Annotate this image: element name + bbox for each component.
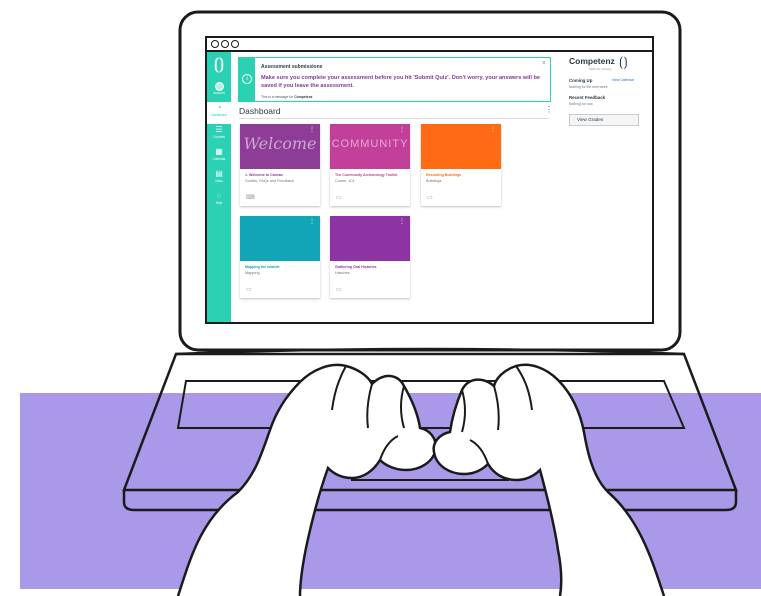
card-image[interactable]: ⋮ (421, 124, 501, 169)
window-dot-icon[interactable] (231, 40, 239, 48)
card-image[interactable]: Welcome ⋮ (240, 124, 320, 169)
course-card[interactable]: Welcome ⋮ 1. Welcome to Canvas Guides, F… (240, 124, 320, 206)
card-subtitle: Mapping (245, 271, 260, 275)
nav-item-account[interactable]: Account (207, 80, 231, 102)
coming-up-heading: Coming Up (569, 78, 593, 83)
divider (239, 118, 549, 119)
competenz-logo-icon[interactable]: ⟮⟯ (210, 56, 228, 74)
courses-icon: ☰ (215, 125, 223, 134)
brand-logo-icon: ⟮⟯ (619, 54, 628, 69)
nav-item-label: Courses (213, 135, 225, 139)
announcements-icon[interactable]: ▭ (336, 286, 342, 293)
course-card[interactable]: ⋮ Gathering Oral Histories Histories ▭ (330, 216, 410, 298)
nav-item-inbox[interactable]: ▤ Inbox (207, 168, 231, 190)
recent-feedback-text: Nothing for now (569, 102, 593, 106)
dashboard-icon: ◔ (216, 103, 222, 112)
card-image[interactable]: ⋮ (240, 216, 320, 261)
nav-item-label: Calendar (212, 157, 226, 161)
window-dot-icon[interactable] (211, 40, 219, 48)
card-title[interactable]: Mapping the Islands (245, 265, 317, 269)
card-hero-text: Welcome (243, 134, 317, 153)
announcements-icon[interactable]: ▭ (246, 286, 252, 293)
calendar-icon: ▦ (215, 147, 223, 156)
info-icon: i (242, 74, 252, 84)
inbox-icon: ▤ (215, 169, 223, 178)
course-card[interactable]: ⋮ Recording Buildings Buildings ▭ (421, 124, 501, 206)
view-grades-button[interactable]: View Grades (569, 114, 639, 126)
nav-item-label: Inbox (215, 179, 223, 183)
alert-message: Make sure you complete your assessment b… (261, 75, 540, 89)
window-dot-icon[interactable] (221, 40, 229, 48)
alert-footer-org: Competenz (294, 95, 313, 99)
view-calendar-link[interactable]: View Calendar (612, 78, 634, 82)
recent-feedback-heading: Recent Feedback (569, 95, 606, 100)
alert-sidebar: i (239, 58, 255, 101)
coming-up-text: Nothing for the next week (569, 85, 608, 89)
card-title[interactable]: Gathering Oral Histories (335, 265, 407, 269)
card-options-icon[interactable]: ⋮ (309, 219, 315, 225)
alert-title: Assessment submissions (261, 64, 323, 70)
brand-tagline: Skills for industry (589, 67, 612, 71)
card-title[interactable]: Recording Buildings (426, 173, 498, 177)
nav-item-label: Account (213, 91, 225, 95)
announcements-icon[interactable]: ▭ (336, 194, 342, 201)
card-subtitle: Guides, FAQs and Feedback (245, 179, 294, 183)
nav-item-calendar[interactable]: ▦ Calendar (207, 146, 231, 168)
dashboard-options-icon[interactable]: ⋮ (545, 105, 553, 114)
close-icon[interactable]: × (542, 60, 546, 67)
alert-footer-prefix: This is a message for (261, 95, 294, 99)
card-subtitle: Buildings (426, 179, 442, 183)
card-image[interactable]: ⋮ (330, 216, 410, 261)
card-options-icon[interactable]: ⋮ (399, 127, 405, 133)
alert-footer: This is a message for Competenz (261, 95, 312, 99)
card-options-icon[interactable]: ⋮ (490, 127, 496, 133)
nav-item-dashboard[interactable]: ◔ Dashboard (207, 102, 231, 124)
course-card[interactable]: COMMUNITY ⋮ The Community Archaeology To… (330, 124, 410, 206)
assignments-icon[interactable]: ⌨ (246, 194, 255, 201)
global-nav: ⟮⟯ Account ◔ Dashboard ☰ Courses ▦ Calen… (207, 52, 231, 322)
card-options-icon[interactable]: ⋮ (399, 219, 405, 225)
card-title[interactable]: The Community Archaeology Toolkit (335, 173, 407, 177)
course-card[interactable]: ⋮ Mapping the Islands Mapping ▭ (240, 216, 320, 298)
nav-item-label: Help (215, 201, 223, 205)
card-options-icon[interactable]: ⋮ (309, 127, 315, 133)
nav-item-label: Dashboard (211, 113, 227, 117)
assessment-alert: i Assessment submissions Make sure you c… (238, 57, 551, 102)
brand-name: Competenz (569, 56, 615, 66)
window-titlebar (207, 38, 652, 52)
card-title[interactable]: 1. Welcome to Canvas (245, 173, 317, 177)
card-subtitle: Comm. 101 (335, 179, 355, 183)
nav-item-help[interactable]: ◌ Help (207, 190, 231, 212)
nav-item-courses[interactable]: ☰ Courses (207, 124, 231, 146)
avatar-icon (214, 82, 224, 91)
laptop-screen: ⟮⟯ Account ◔ Dashboard ☰ Courses ▦ Calen… (205, 36, 654, 324)
card-subtitle: Histories (335, 271, 350, 275)
announcements-icon[interactable]: ▭ (427, 194, 433, 201)
card-image[interactable]: COMMUNITY ⋮ (330, 124, 410, 169)
page-title: Dashboard (239, 106, 281, 116)
help-icon: ◌ (216, 191, 222, 200)
card-hero-text: COMMUNITY (331, 138, 409, 150)
